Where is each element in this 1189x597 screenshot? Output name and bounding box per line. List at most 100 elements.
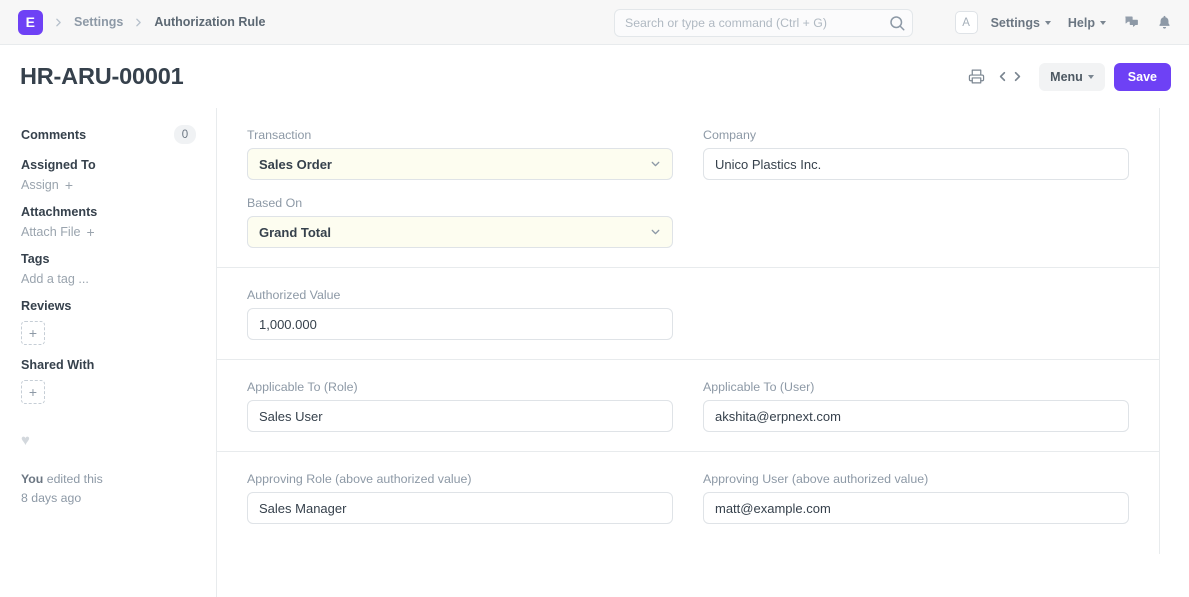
applicable-role-label: Applicable To (Role) [247,380,358,394]
form-column-right-3: Applicable To (User) akshita@erpnext.com [703,380,1129,432]
chevron-down-icon-3 [1087,74,1094,79]
plus-icon-2: + [86,224,95,240]
menu-button-label: Menu [1050,69,1083,84]
comments-count-badge: 0 [174,125,196,144]
next-document-button[interactable] [1010,69,1025,84]
assign-label: Assign [21,178,59,192]
attachments-label: Attachments [21,205,98,219]
form-column-left-3: Applicable To (Role) Sales User [247,380,673,432]
page-body: Comments 0 Assigned To Assign + Attachme… [0,108,1189,597]
nav-settings-dropdown[interactable]: Settings [991,16,1051,30]
attach-file-label: Attach File [21,225,81,239]
form-section-applicable-to: Applicable To (Role) Sales User Applicab… [217,360,1159,452]
field-approving-role: Approving Role (above authorized value) … [247,472,673,524]
breadcrumb-settings[interactable]: Settings [74,15,123,29]
based-on-select[interactable]: Grand Total [247,216,673,248]
nav-help-label: Help [1067,15,1095,30]
search-input[interactable] [614,9,913,37]
form-column-right-2 [703,288,1129,340]
form-column-left-4: Approving Role (above authorized value) … [247,472,673,524]
erpnext-logo[interactable]: E [18,9,43,35]
company-label: Company [703,128,757,142]
authorized-value-label: Authorized Value [247,288,341,302]
chevron-down-icon-based-on [649,226,662,239]
attach-file-button[interactable]: Attach File + [21,225,196,239]
search-container [614,9,913,37]
reviews-label: Reviews [21,299,72,313]
approving-user-input[interactable]: matt@example.com [703,492,1129,524]
chevron-down-icon-transaction [649,158,662,171]
last-edited-actor: You [21,472,44,486]
authorized-value-value: 1,000.000 [259,316,317,332]
last-edited-time: 8 days ago [21,491,82,506]
chevron-right-icon [52,16,65,29]
sidebar-section-shared-with: Shared With + [21,358,196,404]
applicable-user-label: Applicable To (User) [703,380,815,394]
tags-label: Tags [21,252,50,266]
form-section-transaction: Transaction Sales Order Based On Grand T… [217,108,1159,268]
chat-icon[interactable] [1123,14,1140,31]
form-column-left-1: Transaction Sales Order Based On Grand T… [247,128,673,248]
add-shared-user-button[interactable]: + [21,380,45,404]
breadcrumb-authorization-rule[interactable]: Authorization Rule [154,15,265,29]
approving-role-label: Approving Role (above authorized value) [247,472,472,486]
applicable-role-input[interactable]: Sales User [247,400,673,432]
chevron-right-icon-2 [132,16,145,29]
assign-button[interactable]: Assign + [21,178,196,192]
previous-document-button[interactable] [995,69,1010,84]
like-heart-icon[interactable]: ♥ [21,432,196,449]
approving-role-input[interactable]: Sales Manager [247,492,673,524]
transaction-label: Transaction [247,128,312,142]
company-input[interactable]: Unico Plastics Inc. [703,148,1129,180]
plus-icon: + [64,177,73,193]
company-value: Unico Plastics Inc. [715,156,822,172]
field-approving-user: Approving User (above authorized value) … [703,472,1129,524]
avatar[interactable]: A [954,11,978,34]
add-tag-button[interactable]: Add a tag ... [21,272,196,286]
search-icon[interactable] [888,14,906,32]
form-column-left-2: Authorized Value 1,000.000 [247,288,673,340]
authorized-value-input[interactable]: 1,000.000 [247,308,673,340]
applicable-user-input[interactable]: akshita@erpnext.com [703,400,1129,432]
approving-role-value: Sales Manager [259,500,347,516]
page-title: HR-ARU-00001 [20,63,184,89]
applicable-role-value: Sales User [259,408,323,424]
form-card: Transaction Sales Order Based On Grand T… [217,108,1160,554]
bell-icon[interactable] [1156,14,1173,31]
last-edited-info: You edited this 8 days ago [21,470,196,508]
navbar: E Settings Authorization Rule A Settings… [0,0,1189,45]
approving-user-value: matt@example.com [715,500,831,516]
nav-help-dropdown[interactable]: Help [1068,16,1106,30]
based-on-label: Based On [247,196,303,210]
page-header-actions: Menu Save [968,45,1171,108]
sidebar: Comments 0 Assigned To Assign + Attachme… [0,108,217,597]
based-on-value: Grand Total [259,224,331,240]
field-applicable-role: Applicable To (Role) Sales User [247,380,673,432]
applicable-user-value: akshita@erpnext.com [715,408,841,424]
last-edited-action: edited this [43,472,103,486]
sidebar-section-assigned-to: Assigned To Assign + [21,158,196,192]
sidebar-section-attachments: Attachments Attach File + [21,205,196,239]
print-icon[interactable] [968,68,985,85]
form-column-right-1: Company Unico Plastics Inc. [703,128,1129,248]
sidebar-section-comments: Comments 0 [21,125,196,144]
transaction-select[interactable]: Sales Order [247,148,673,180]
field-authorized-value: Authorized Value 1,000.000 [247,288,673,340]
form-column-right-4: Approving User (above authorized value) … [703,472,1129,524]
chevron-down-icon [1044,20,1051,25]
form-section-approving: Approving Role (above authorized value) … [217,452,1159,554]
add-review-button[interactable]: + [21,321,45,345]
page-header: HR-ARU-00001 Menu Save [0,45,1189,108]
assigned-to-label: Assigned To [21,158,96,172]
form-section-authorized-value: Authorized Value 1,000.000 [217,268,1159,360]
nav-settings-label: Settings [990,15,1040,30]
save-button[interactable]: Save [1113,62,1171,91]
transaction-value: Sales Order [259,156,332,172]
sidebar-section-tags: Tags Add a tag ... [21,252,196,286]
form-area: Transaction Sales Order Based On Grand T… [217,108,1189,597]
navbar-right-group: A Settings Help [954,0,1175,45]
approving-user-label: Approving User (above authorized value) [703,472,929,486]
menu-button[interactable]: Menu [1039,62,1105,91]
sidebar-section-reviews: Reviews + [21,299,196,345]
comments-label: Comments [21,127,87,142]
